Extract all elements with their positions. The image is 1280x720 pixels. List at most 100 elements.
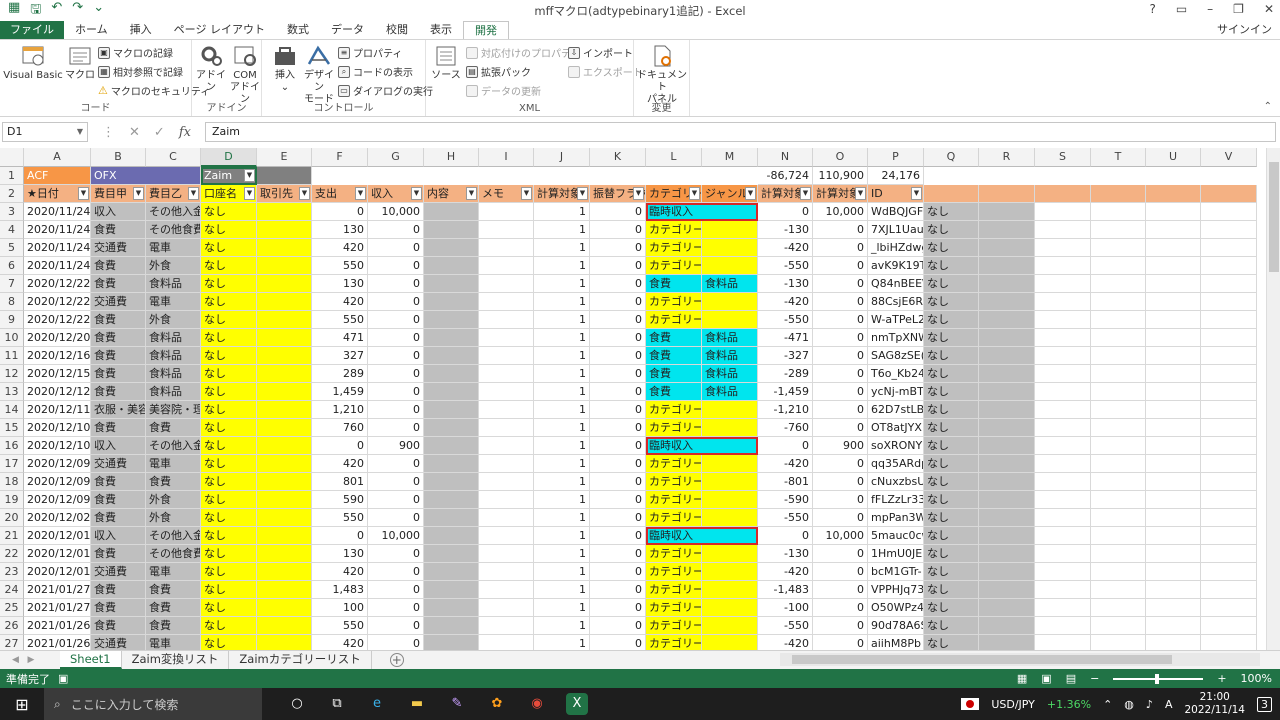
macro-button[interactable]: マクロ bbox=[64, 44, 96, 82]
cell-expense[interactable]: 327 bbox=[312, 347, 368, 365]
cell[interactable] bbox=[1091, 311, 1146, 329]
row-header[interactable]: 19 bbox=[0, 491, 24, 509]
cell-flag[interactable]: 0 bbox=[590, 365, 646, 383]
column-header-s[interactable]: S bbox=[1035, 148, 1091, 167]
cell-category1[interactable]: 食費 bbox=[91, 329, 146, 347]
cell-expense[interactable]: 550 bbox=[312, 509, 368, 527]
cell-content[interactable] bbox=[424, 563, 479, 581]
cell[interactable] bbox=[1091, 401, 1146, 419]
cell-memo[interactable] bbox=[479, 455, 534, 473]
cell-category[interactable]: 食費 bbox=[646, 347, 702, 365]
cell-category1[interactable]: 食費 bbox=[91, 509, 146, 527]
cell-calc-o[interactable]: 0 bbox=[813, 545, 868, 563]
row-header[interactable]: 12 bbox=[0, 365, 24, 383]
cell-category1[interactable]: 食費 bbox=[91, 347, 146, 365]
cell-calc-n[interactable]: -1,483 bbox=[758, 581, 813, 599]
cell-flag[interactable]: 0 bbox=[590, 509, 646, 527]
column-header-f[interactable]: F bbox=[312, 148, 368, 167]
cell-payee[interactable] bbox=[257, 599, 312, 617]
cell[interactable] bbox=[1091, 257, 1146, 275]
cell[interactable] bbox=[1201, 221, 1257, 239]
cell-genre[interactable]: 食料品 bbox=[702, 383, 758, 401]
cell-income[interactable]: 0 bbox=[368, 581, 424, 599]
cell-category2[interactable]: 食料品 bbox=[146, 383, 201, 401]
column-header-e[interactable]: E bbox=[257, 148, 312, 167]
cell-id[interactable]: 1HmU0JE bbox=[868, 545, 924, 563]
cell-expense[interactable]: 420 bbox=[312, 635, 368, 650]
cell-payee[interactable] bbox=[257, 635, 312, 650]
cell-calc-o[interactable]: 10,000 bbox=[813, 203, 868, 221]
cell-genre[interactable] bbox=[702, 455, 758, 473]
cell-category[interactable]: カテゴリー bbox=[646, 257, 702, 275]
tab-page-layout[interactable]: ページ レイアウト bbox=[163, 21, 276, 39]
row-header[interactable]: 7 bbox=[0, 275, 24, 293]
cell[interactable] bbox=[1201, 401, 1257, 419]
cell-category2[interactable]: 食料品 bbox=[146, 275, 201, 293]
column-header-u[interactable]: U bbox=[1146, 148, 1201, 167]
filter-dropdown-icon[interactable]: ▼ bbox=[411, 187, 422, 200]
cell-expense[interactable]: 550 bbox=[312, 617, 368, 635]
cell-calc-n[interactable]: -420 bbox=[758, 455, 813, 473]
cell-memo[interactable] bbox=[479, 257, 534, 275]
cell-total-p[interactable]: 24,176 bbox=[868, 167, 924, 185]
header-cell[interactable]: カテゴリー ▼ bbox=[646, 185, 702, 203]
cell[interactable] bbox=[1091, 527, 1146, 545]
cell-category[interactable]: カテゴリー bbox=[646, 401, 702, 419]
cell-account[interactable]: なし bbox=[201, 581, 257, 599]
column-header-a[interactable]: A bbox=[24, 148, 91, 167]
cell-category1[interactable]: 食費 bbox=[91, 581, 146, 599]
cell[interactable] bbox=[1091, 293, 1146, 311]
edge-icon[interactable]: e bbox=[366, 693, 388, 715]
cell-q[interactable]: なし bbox=[924, 329, 979, 347]
collapse-ribbon-icon[interactable]: ⌃ bbox=[1264, 101, 1272, 112]
filter-dropdown-icon[interactable]: ▼ bbox=[689, 187, 700, 200]
cell-calc[interactable]: 1 bbox=[534, 203, 590, 221]
cell-memo[interactable] bbox=[479, 527, 534, 545]
row-header[interactable]: 26 bbox=[0, 617, 24, 635]
cell-id[interactable]: aiihM8Pb bbox=[868, 635, 924, 650]
cell-payee[interactable] bbox=[257, 203, 312, 221]
cell-payee[interactable] bbox=[257, 419, 312, 437]
row-header[interactable]: 6 bbox=[0, 257, 24, 275]
cell-calc[interactable]: 1 bbox=[534, 527, 590, 545]
cell-category[interactable]: カテゴリー bbox=[646, 455, 702, 473]
cell-content[interactable] bbox=[424, 635, 479, 650]
cell-calc[interactable]: 1 bbox=[534, 455, 590, 473]
cell-flag[interactable]: 0 bbox=[590, 221, 646, 239]
cell[interactable] bbox=[1091, 599, 1146, 617]
cell-income[interactable]: 10,000 bbox=[368, 203, 424, 221]
cell-genre[interactable] bbox=[702, 293, 758, 311]
cell-category[interactable]: カテゴリー bbox=[646, 563, 702, 581]
filter-dropdown-icon[interactable]: ▼ bbox=[745, 187, 756, 200]
cell[interactable] bbox=[1146, 509, 1201, 527]
cell-date[interactable]: 2020/12/01 bbox=[24, 545, 91, 563]
cell-memo[interactable] bbox=[479, 293, 534, 311]
cell-date[interactable]: 2021/01/27 bbox=[24, 599, 91, 617]
cell[interactable] bbox=[1201, 203, 1257, 221]
scroll-thumb[interactable] bbox=[1269, 162, 1279, 272]
cell-content[interactable] bbox=[424, 329, 479, 347]
cell-account[interactable]: なし bbox=[201, 347, 257, 365]
cell-q[interactable]: なし bbox=[924, 581, 979, 599]
column-header-l[interactable]: L bbox=[646, 148, 702, 167]
cell[interactable] bbox=[1146, 437, 1201, 455]
cell[interactable] bbox=[979, 527, 1035, 545]
cell[interactable] bbox=[1035, 635, 1091, 650]
cell-calc-o[interactable]: 0 bbox=[813, 401, 868, 419]
cell[interactable] bbox=[979, 221, 1035, 239]
cell[interactable] bbox=[1201, 275, 1257, 293]
cell-income[interactable]: 0 bbox=[368, 347, 424, 365]
header-cell[interactable]: 振替フラグ ▼ bbox=[590, 185, 646, 203]
header-cell[interactable]: 計算対象 ▼ bbox=[534, 185, 590, 203]
cell[interactable] bbox=[1035, 383, 1091, 401]
cell-calc-o[interactable]: 0 bbox=[813, 383, 868, 401]
cell-date[interactable]: 2020/12/10 bbox=[24, 419, 91, 437]
addins-button[interactable]: アドイン bbox=[194, 44, 228, 94]
cell-date[interactable]: 2020/12/09 bbox=[24, 455, 91, 473]
cell-expense[interactable]: 1,483 bbox=[312, 581, 368, 599]
cell-calc-o[interactable]: 10,000 bbox=[813, 527, 868, 545]
cell-content[interactable] bbox=[424, 491, 479, 509]
cell-payee[interactable] bbox=[257, 329, 312, 347]
cell-category[interactable]: カテゴリー bbox=[646, 581, 702, 599]
sheet-tab-zaim-conversion[interactable]: Zaim変換リスト bbox=[122, 651, 230, 669]
